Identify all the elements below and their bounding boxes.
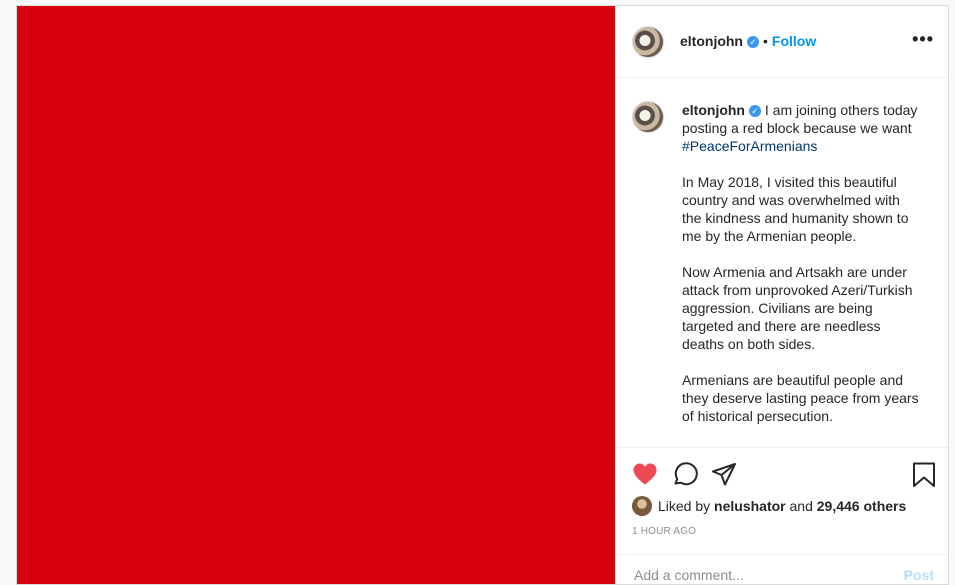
post-timestamp[interactable]: 1 HOUR AGO [632,526,696,537]
verified-badge-icon: ✓ [749,105,761,118]
follow-button[interactable]: Follow [772,33,816,49]
likes-prefix: Liked by [658,498,711,514]
separator-dot: • [763,33,768,49]
post-side-panel: eltonjohn ✓ • Follow ••• eltonjohn ✓ I am jo… [615,6,948,584]
bookmark-icon[interactable] [912,462,936,488]
liker-avatar[interactable] [632,496,652,516]
comments-area[interactable]: eltonjohn ✓ I am joining others today pos… [616,77,948,447]
likes-count[interactable]: 29,446 others [817,498,907,514]
caption-username[interactable]: eltonjohn [682,102,745,118]
caption-paragraph: Now Armenia and Artsakh are under attack… [682,264,913,352]
more-options-icon[interactable]: ••• [912,30,934,48]
comment-input[interactable] [632,566,896,584]
author-line: eltonjohn ✓ • Follow [680,33,816,49]
caption: eltonjohn ✓ I am joining others today pos… [682,101,922,443]
likes-joiner: and [789,498,813,514]
author-avatar[interactable] [632,26,664,58]
caption-first-paragraph: eltonjohn ✓ I am joining others today pos… [682,101,922,155]
heart-icon[interactable] [632,462,658,486]
author-username[interactable]: eltonjohn [680,33,743,49]
share-icon[interactable] [711,462,737,488]
verified-badge-icon: ✓ [747,36,759,49]
caption-avatar[interactable] [632,101,664,133]
post-image[interactable] [17,6,615,584]
caption-paragraph: Armenians are beautiful people and they … [682,372,919,424]
caption-paragraph: In May 2018, I visited this beautiful co… [682,174,909,244]
likes-summary: Liked by nelushator and 29,446 others [632,496,906,516]
post-dialog: eltonjohn ✓ • Follow ••• eltonjohn ✓ I am jo… [16,5,949,585]
post-comment-button[interactable]: Post [904,567,934,583]
hashtag-link[interactable]: #PeaceForArmenians [682,138,817,154]
liker-username[interactable]: nelushator [714,498,786,514]
comment-icon[interactable] [672,462,698,488]
post-header: eltonjohn ✓ • Follow ••• [616,6,948,78]
